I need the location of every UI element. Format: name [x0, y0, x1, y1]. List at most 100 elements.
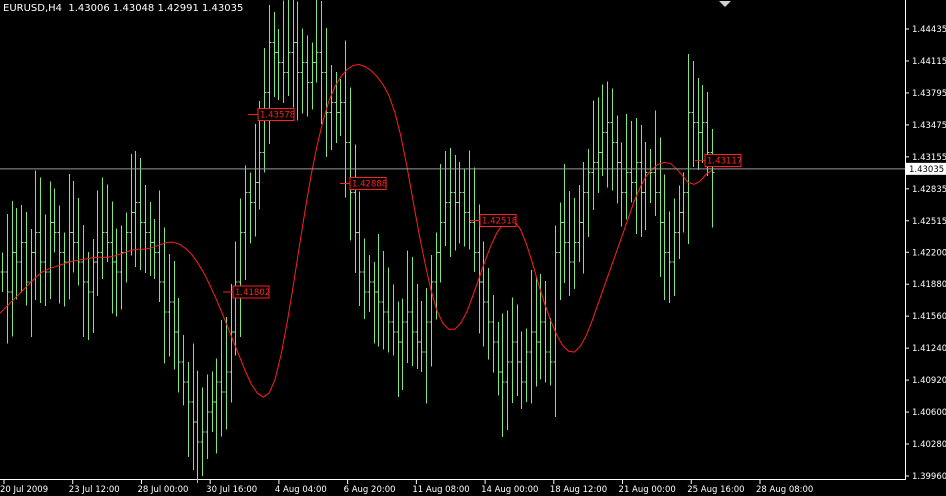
ma-value-label: 1.41802	[223, 285, 270, 299]
ohlc-bar	[419, 301, 424, 373]
y-tick-label: 1.40600	[912, 408, 946, 418]
ohlc-bar	[400, 298, 405, 391]
ohlc-bar	[643, 141, 648, 230]
ohlc-bar	[191, 343, 196, 471]
ohlc-bar	[343, 40, 348, 198]
ohlc-bar	[119, 225, 124, 310]
ohlc-bar	[505, 310, 510, 431]
x-tick-label: 28 Jul 00:00	[137, 485, 188, 495]
ohlc-bar	[62, 232, 67, 307]
ohlc-bar	[253, 123, 258, 237]
ohlc-bar	[405, 250, 410, 364]
ohlc-bar	[67, 173, 72, 300]
ohlc-bar	[243, 165, 248, 281]
ohlc-bar	[0, 252, 5, 293]
y-tick-label: 1.42835	[912, 185, 946, 195]
ohlc-bar	[86, 251, 91, 341]
label-text: 1.42518	[482, 216, 517, 226]
ohlc-bar	[515, 304, 520, 397]
ohlc-bar	[157, 190, 162, 303]
ohlc-bar	[319, 1, 324, 124]
ohlc-bar	[600, 84, 605, 176]
label-text: 1.42888	[352, 180, 387, 190]
ohlc-bar	[357, 191, 362, 307]
label-text: 1.43117	[707, 157, 742, 167]
label-text: 1.43578	[260, 111, 295, 121]
scroll-marker-icon[interactable]	[719, 1, 731, 7]
ohlc-bar	[591, 100, 596, 210]
ohlc-bar	[224, 317, 229, 430]
ohlc-bar	[210, 371, 215, 433]
ohlc-bar	[43, 214, 48, 307]
ohlc-bar	[672, 198, 677, 297]
ohlc-bar	[634, 117, 639, 234]
ohlc-bar	[14, 207, 19, 300]
ohlc-bar	[434, 232, 439, 320]
ohlc-bar	[33, 170, 38, 301]
ohlc-bar	[367, 255, 372, 313]
ohlc-bar	[186, 362, 191, 458]
ohlc-bar	[381, 250, 386, 350]
ohlc-bar	[300, 28, 305, 114]
ohlc-bar	[429, 255, 434, 367]
ohlc-bar	[572, 197, 577, 290]
ohlc-bar	[348, 87, 353, 241]
ohlc-bar	[200, 387, 205, 476]
ohlc-bar	[329, 64, 334, 150]
ohlc-bar	[424, 288, 429, 404]
ohlc-bar	[519, 331, 524, 410]
ohlc-bar	[396, 301, 401, 398]
ohlc-bar	[653, 110, 658, 216]
ohlc-bar	[176, 298, 181, 393]
ohlc-bar	[124, 212, 129, 283]
current-price-line: 1.43035	[0, 162, 946, 175]
ohlc-bar	[681, 172, 686, 233]
ohlc-bar	[48, 181, 53, 300]
y-tick-label: 1.40920	[912, 376, 946, 386]
ohlc-bar	[267, 5, 272, 144]
y-tick-label: 1.43475	[912, 121, 946, 131]
ohlc-bar	[658, 137, 663, 278]
ohlc-bar	[52, 188, 57, 253]
ohlc-bar	[481, 241, 486, 347]
x-tick-label: 20 Jul 2009	[0, 485, 48, 495]
ohlc-bar	[24, 211, 29, 306]
ohlc-bar	[605, 81, 610, 188]
ohlc-bar	[696, 77, 701, 170]
y-tick-label: 1.43155	[912, 153, 946, 163]
ohlc-bar	[586, 148, 591, 237]
ohlc-bar	[229, 284, 234, 403]
ohlc-bar	[181, 335, 186, 406]
y-tick-label: 1.41880	[912, 280, 946, 290]
y-tick-label: 1.41240	[912, 344, 946, 354]
ohlc-bar	[286, 0, 291, 96]
ohlc-bar	[219, 320, 224, 437]
ohlc-bar	[310, 42, 315, 110]
ohlc-bar	[581, 161, 586, 274]
ohlc-bar	[529, 270, 534, 404]
ohlc-bar	[162, 227, 167, 364]
ohlc-bar	[10, 200, 15, 337]
ohlc-bar	[372, 262, 377, 344]
ohlc-bar	[624, 113, 629, 220]
ohlc-bar	[238, 198, 243, 338]
x-tick-label: 30 Jul 16:00	[206, 485, 257, 495]
ohlc-bar	[314, 0, 319, 83]
ohlc-bar	[496, 322, 501, 396]
ohlc-bars	[0, 0, 715, 483]
ma-value-label: 1.43578	[248, 108, 295, 122]
ohlc-bar	[472, 167, 477, 273]
y-axis: 1.44435 1.44115 1.43795 1.43475 1.43155 1.428…	[905, 25, 946, 482]
ohlc-bar	[143, 184, 148, 274]
ohlc-bar	[91, 238, 96, 334]
y-tick-label: 1.44435	[912, 25, 946, 35]
ma-value-label: 1.42518	[470, 213, 517, 227]
x-tick-label: 4 Aug 04:00	[275, 485, 327, 495]
ohlc-bar	[214, 358, 219, 454]
ohlc-bar	[567, 190, 572, 297]
price-chart[interactable]: 1.44435 1.44115 1.43795 1.43475 1.43155 1.428…	[0, 0, 946, 496]
ohlc-bar	[610, 88, 615, 191]
ohlc-bar	[272, 12, 277, 97]
ohlc-bar	[76, 197, 81, 286]
y-tick-label: 1.44115	[912, 57, 946, 67]
